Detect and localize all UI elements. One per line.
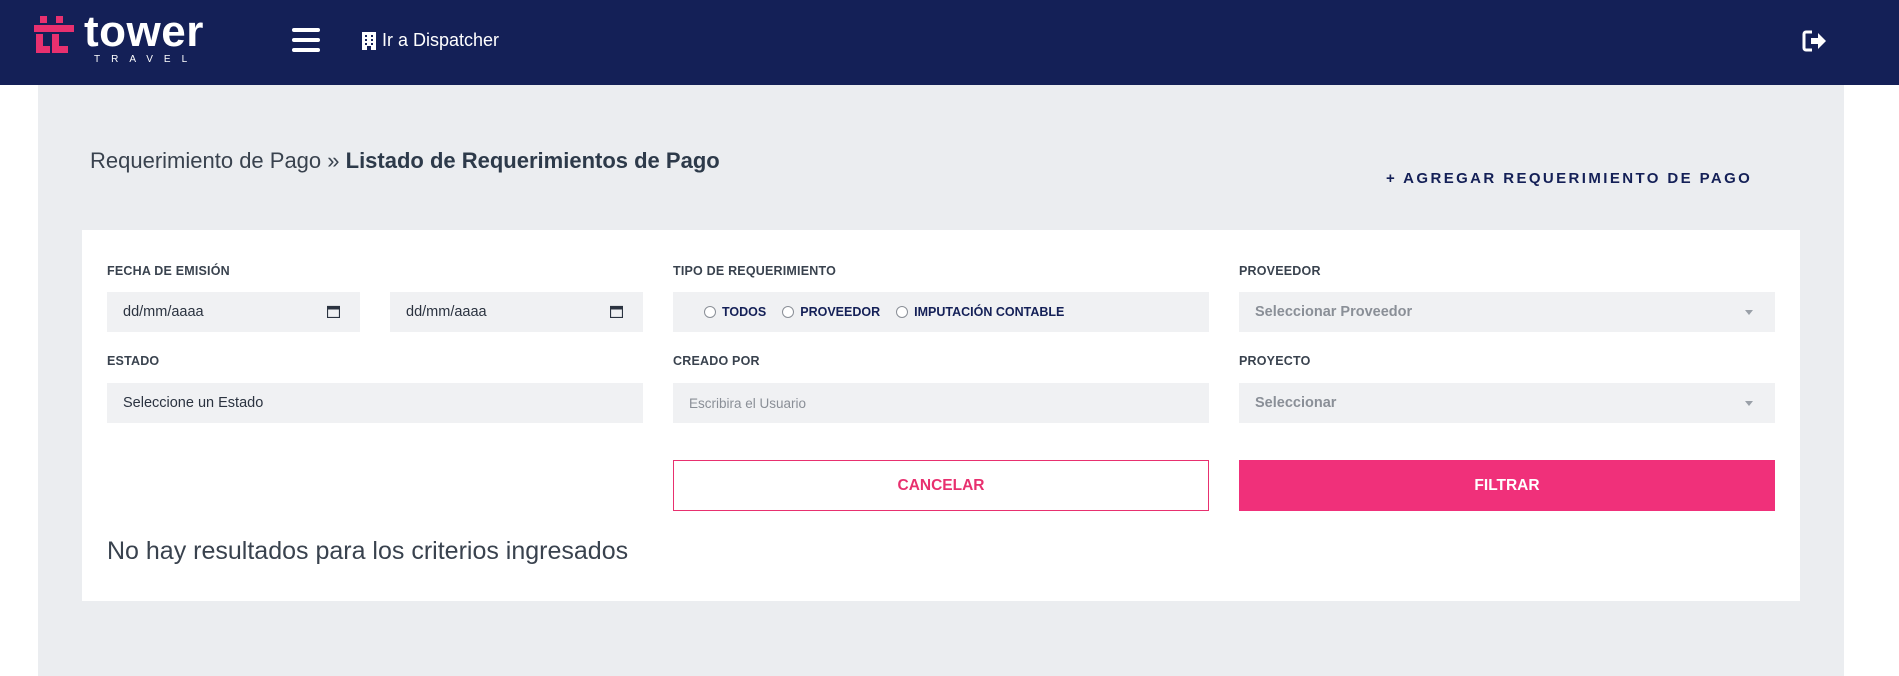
calendar-icon[interactable] [610, 305, 623, 318]
creado-por-label: CREADO POR [673, 354, 760, 368]
fecha-hasta-input[interactable]: dd/mm/aaaa [390, 292, 643, 332]
breadcrumb: Requerimiento de Pago » Listado de Reque… [90, 148, 720, 174]
tipo-requerimiento-label: TIPO DE REQUERIMIENTO [673, 264, 837, 278]
dispatcher-link-label: Ir a Dispatcher [382, 30, 500, 50]
hamburger-menu-icon[interactable] [292, 28, 320, 52]
creado-por-placeholder: Escribira el Usuario [689, 395, 807, 411]
radio-todos[interactable]: TODOS [704, 305, 766, 319]
estado-select[interactable]: Seleccione un Estado [107, 383, 643, 423]
creado-por-input[interactable]: Escribira el Usuario [673, 383, 1209, 423]
estado-label: ESTADO [107, 354, 160, 368]
breadcrumb-parent[interactable]: Requerimiento de Pago » [90, 148, 340, 173]
proveedor-select[interactable]: Seleccionar Proveedor [1239, 292, 1775, 332]
radio-circle-icon[interactable] [896, 306, 909, 318]
filter-button[interactable]: FILTRAR [1239, 460, 1775, 511]
no-results-message: No hay resultados para los criterios ing… [107, 537, 629, 565]
caret-down-icon [1745, 310, 1753, 315]
dispatcher-link[interactable]: Ir a Dispatcher [362, 30, 499, 51]
cancel-button[interactable]: CANCELAR [673, 460, 1209, 511]
radio-imputacion-label: IMPUTACIÓN CONTABLE [914, 305, 1065, 319]
radio-circle-icon[interactable] [704, 306, 716, 318]
tower-logo-icon [34, 16, 74, 53]
fecha-emision-label: FECHA DE EMISIÓN [107, 264, 230, 278]
estado-select-value: Seleccione un Estado [123, 395, 264, 411]
add-payment-requirement-button[interactable]: + AGREGAR REQUERIMIENTO DE PAGO [1386, 170, 1752, 187]
radio-proveedor-label: PROVEEDOR [800, 305, 881, 319]
radio-todos-label: TODOS [722, 305, 767, 319]
logo-subtitle: TRAVEL [94, 54, 199, 65]
proveedor-select-value: Seleccionar Proveedor [1255, 304, 1413, 320]
fecha-desde-value: dd/mm/aaaa [123, 304, 204, 320]
tipo-requerimiento-radio-group: TODOS PROVEEDOR IMPUTACIÓN CONTABLE [673, 292, 1209, 332]
radio-circle-icon[interactable] [782, 306, 795, 318]
building-icon [362, 31, 376, 50]
radio-imputacion-contable[interactable]: IMPUTACIÓN CONTABLE [896, 305, 1064, 319]
page-title: Listado de Requerimientos de Pago [345, 148, 720, 173]
radio-proveedor[interactable]: PROVEEDOR [782, 305, 880, 319]
top-navbar: tower TRAVEL Ir a Dispatcher [0, 0, 1899, 85]
caret-down-icon [1745, 401, 1753, 406]
proveedor-label: PROVEEDOR [1239, 264, 1321, 278]
tower-travel-logo[interactable]: tower TRAVEL [34, 10, 214, 68]
calendar-icon[interactable] [327, 305, 340, 318]
logout-icon[interactable] [1802, 29, 1828, 53]
logo-wordmark: tower [84, 7, 204, 56]
proyecto-label: PROYECTO [1239, 354, 1311, 368]
proyecto-select[interactable]: Seleccionar [1239, 383, 1775, 423]
fecha-desde-input[interactable]: dd/mm/aaaa [107, 292, 360, 332]
proyecto-select-value: Seleccionar [1255, 395, 1337, 411]
fecha-hasta-value: dd/mm/aaaa [406, 304, 487, 320]
